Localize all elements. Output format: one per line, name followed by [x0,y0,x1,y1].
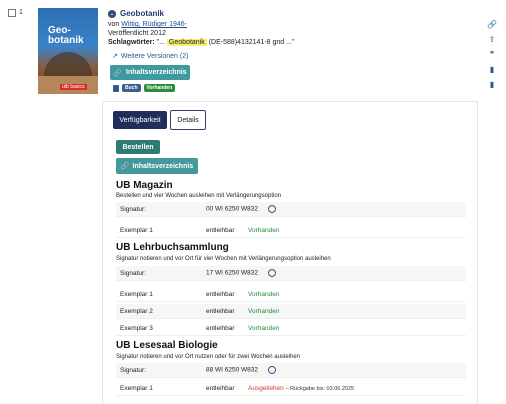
signatur-value: 00 WI 6250 W832 [206,205,277,213]
signatur-label: Signatur: [120,269,147,277]
item-label: Exemplar 1 [120,226,153,234]
chevron-down-icon[interactable]: ⌄ [108,9,116,18]
table-row: Exemplar 1 entleihbar Ausgeliehen – Rück… [116,381,466,396]
section-title: UB Lesesaal Biologie [116,340,218,351]
item-label: Exemplar 2 [120,307,153,315]
signatur-text: 00 WI 6250 W832 [206,205,259,213]
item-type: entleihbar [206,226,235,234]
toc-secondary-label: Inhaltsverzeichnis [132,162,194,170]
order-button[interactable]: Bestellen [116,140,160,154]
more-versions-label: Weitere Versionen (2) [120,52,189,60]
table-row: Exemplar 1 entleihbar Vorhanden [116,287,466,302]
section-subtitle: Signatur notieren und vor Ort für vier W… [116,256,331,262]
author-line: von Wittig, Rüdiger 1946- [108,20,294,29]
book-icon [113,84,119,92]
book-cover[interactable]: Geo- botanik utb basics [38,8,98,94]
signatur-value: 17 WI 6250 W832 [206,269,277,277]
signatur-label: Signatur: [120,366,147,374]
signatur-value: 88 WI 6250 W832 [206,366,277,374]
toc-button-label: Inhaltsverzeichnis [126,69,187,76]
cover-title: Geo- botanik [48,26,84,46]
cite-icon[interactable]: ❞ [490,50,494,59]
cover-title-line2: botanik [48,35,84,46]
table-row: Exemplar 3 entleihbar Vorhanden [116,321,466,336]
clock-icon[interactable] [268,366,277,374]
record-meta: von Wittig, Rüdiger 1946- Veröffentlicht… [108,20,294,47]
signatur-row: Signatur: 88 WI 6250 W832 [116,363,466,378]
keywords-line: Schlagwörter: "... Geobotanik (DE-588)41… [108,38,294,47]
toc-button[interactable]: 🔗 Inhaltsverzeichnis [110,65,190,80]
record-title[interactable]: Geobotanik [120,9,164,18]
side-actions: 🔗 ⇪ ❞ ▮ ▮ [487,20,497,89]
return-date-note: – Rückgabe bis: 03.06.2025 [285,385,355,392]
holdings-table: Signatur: 00 WI 6250 W832 Exemplar 1 ent… [116,202,466,238]
cover-badge: utb basics [60,84,87,90]
link-icon: 🔗 [120,163,130,170]
signatur-row: Signatur: 00 WI 6250 W832 [116,202,466,217]
signatur-text: 88 WI 6250 W832 [206,366,259,374]
section-subtitle: Signatur notieren und vor Ort nutzen ode… [116,354,300,360]
export-icon[interactable]: ⇪ [489,35,496,44]
table-row: Exemplar 1 entleihbar Vorhanden [116,223,466,238]
section-title: UB Lehrbuchsammlung [116,242,229,253]
item-label: Exemplar 1 [120,384,153,392]
clock-icon[interactable] [268,205,277,213]
keywords-post: (DE-588)4132141-8 gnd ..." [208,39,295,46]
item-status: Ausgeliehen [248,384,284,392]
format-badges: Buch Vorhanden [113,84,176,92]
item-label: Exemplar 3 [120,324,153,332]
item-type: entleihbar [206,384,235,392]
keywords-label: Schlagwörter: [108,39,155,46]
published-line: Veröffentlicht 2012 [108,30,166,37]
item-status: Vorhanden [248,307,280,315]
toc-button-secondary[interactable]: 🔗 Inhaltsverzeichnis [116,158,198,174]
tab-availability[interactable]: Verfügbarkeit [113,111,167,129]
result-number: 1 [19,9,23,16]
keyword-highlight: Geobotanik [166,39,207,46]
link-icon[interactable]: 🔗 [487,20,497,29]
badge-vorhanden: Vorhanden [143,84,176,92]
item-label: Exemplar 1 [120,290,153,298]
holdings-table: Signatur: 17 WI 6250 W832 Exemplar 1 ent… [116,266,466,336]
item-status: Vorhanden [248,290,280,298]
link-icon: 🔗 [113,69,122,77]
item-status: Vorhanden [248,324,280,332]
item-status-wrap: Ausgeliehen – Rückgabe bis: 03.06.2025 [248,385,354,392]
holdings-table: Signatur: 88 WI 6250 W832 Exemplar 1 ent… [116,363,466,396]
author-link[interactable]: Wittig, Rüdiger 1946- [121,21,187,28]
item-type: entleihbar [206,307,235,315]
author-prefix: von [108,21,120,28]
clock-icon[interactable] [268,269,277,277]
tab-details[interactable]: Details [170,110,206,130]
external-link-icon: ↗ [112,53,118,60]
select-checkbox[interactable] [8,9,16,17]
item-type: entleihbar [206,290,235,298]
bookmark-list-icon[interactable]: ▮ [490,80,494,89]
more-versions-link[interactable]: ↗ Weitere Versionen (2) [112,52,189,61]
item-status: Vorhanden [248,226,280,234]
signatur-label: Signatur: [120,205,147,213]
table-row: Exemplar 2 entleihbar Vorhanden [116,304,466,319]
signatur-row: Signatur: 17 WI 6250 W832 [116,266,466,281]
section-title: UB Magazin [116,180,173,191]
item-type: entleihbar [206,324,235,332]
bookmark-icon[interactable]: ▮ [490,65,494,74]
badge-buch: Buch [122,84,141,92]
keywords-pre: "... [156,39,165,46]
section-subtitle: Bestellen und vier Wochen ausleihen mit … [116,193,281,199]
title-row: ⌄ Geobotanik [108,9,164,18]
signatur-text: 17 WI 6250 W832 [206,269,259,277]
